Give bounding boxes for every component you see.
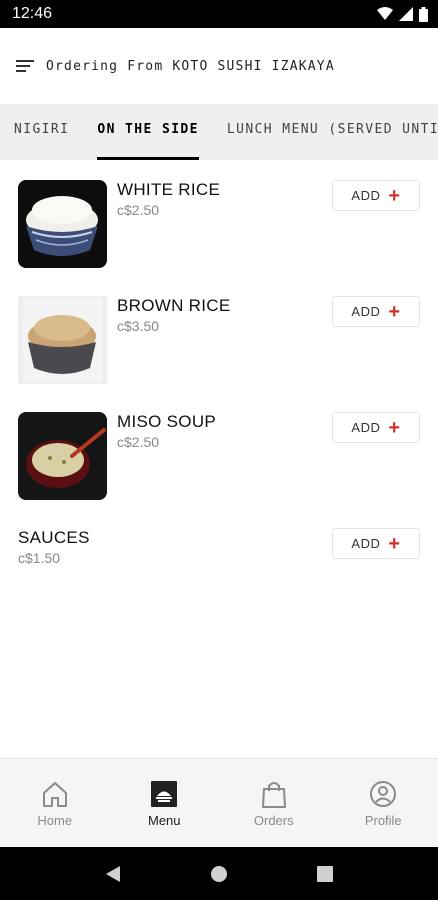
item-name: WHITE RICE [117, 180, 221, 199]
bottom-navigation: Home Menu Orders Profile [0, 758, 438, 847]
nav-orders-label: Orders [253, 812, 294, 828]
signal-icon [399, 7, 413, 21]
add-white-rice-button[interactable]: ADD + [332, 180, 420, 211]
add-label: ADD [351, 304, 381, 319]
home-button-icon[interactable] [210, 865, 228, 883]
add-label: ADD [351, 536, 381, 551]
wifi-icon [377, 7, 393, 20]
nav-profile-label: Profile [364, 812, 402, 828]
item-price: c$1.50 [18, 550, 61, 566]
profile-icon [370, 780, 397, 807]
ordering-from-title: Ordering From KOTO SUSHI IZAKAYA [46, 58, 335, 74]
plus-icon: + [388, 532, 401, 555]
app-header: Ordering From KOTO SUSHI IZAKAYA [0, 28, 438, 104]
status-bar: 12:46 [0, 0, 438, 28]
add-label: ADD [351, 420, 381, 435]
bag-icon [261, 781, 286, 808]
item-name: MISO SOUP [117, 412, 217, 431]
home-icon [42, 781, 67, 807]
category-tabs: NIGIRI ON THE SIDE LUNCH MENU (SERVED UN… [0, 104, 438, 160]
item-name: SAUCES [18, 528, 90, 547]
item-price: c$2.50 [117, 202, 160, 218]
white-rice-image [18, 180, 107, 268]
nav-profile[interactable]: Profile [329, 759, 438, 847]
nav-home[interactable]: Home [0, 759, 110, 847]
nav-menu-label: Menu [147, 812, 181, 828]
hamburger-menu-icon[interactable] [16, 58, 36, 74]
status-time: 12:46 [12, 5, 53, 22]
plus-icon: + [388, 300, 401, 323]
add-label: ADD [351, 188, 381, 203]
item-price: c$2.50 [117, 434, 160, 450]
add-brown-rice-button[interactable]: ADD + [332, 296, 420, 327]
miso-soup-image [18, 412, 107, 500]
menu-item-white-rice[interactable]: WHITE RICE c$2.50 ADD + [0, 172, 438, 272]
back-icon[interactable] [104, 865, 122, 883]
tab-nigiri[interactable]: NIGIRI [0, 104, 83, 160]
menu-item-miso-soup[interactable]: MISO SOUP c$2.50 ADD + [0, 404, 438, 504]
item-price: c$3.50 [117, 318, 160, 334]
menu-item-sauces[interactable]: SAUCES c$1.50 ADD + [0, 520, 438, 620]
recents-icon[interactable] [316, 865, 334, 883]
plus-icon: + [388, 416, 401, 439]
menu-icon [151, 780, 178, 807]
tab-lunch-menu[interactable]: LUNCH MENU (SERVED UNTIL 5 [213, 104, 438, 160]
battery-icon [419, 6, 428, 22]
add-sauces-button[interactable]: ADD + [332, 528, 420, 559]
tab-on-the-side[interactable]: ON THE SIDE [83, 104, 213, 160]
add-miso-soup-button[interactable]: ADD + [332, 412, 420, 443]
status-icons [377, 6, 428, 22]
menu-item-brown-rice[interactable]: BROWN RICE c$3.50 ADD + [0, 288, 438, 388]
plus-icon: + [388, 184, 401, 207]
nav-home-label: Home [37, 812, 73, 828]
nav-orders[interactable]: Orders [219, 759, 329, 847]
brown-rice-image [18, 296, 107, 384]
system-nav-bar [0, 847, 438, 900]
nav-menu[interactable]: Menu [110, 759, 220, 847]
item-name: BROWN RICE [117, 296, 231, 315]
